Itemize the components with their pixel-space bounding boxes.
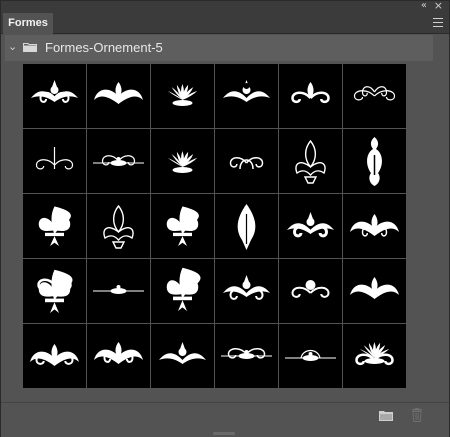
collapse-panel-button[interactable]: « — [421, 0, 427, 12]
shape-thumbnail[interactable] — [279, 129, 342, 193]
ornament-28-icon — [221, 348, 272, 359]
shape-thumbnail[interactable] — [343, 64, 406, 128]
ornament-05-icon — [291, 82, 330, 104]
shape-thumbnail[interactable] — [279, 64, 342, 128]
ornament-14-icon — [103, 204, 134, 249]
shape-thumbnail[interactable] — [343, 129, 406, 193]
ornament-24-icon — [350, 277, 399, 299]
chevron-down-icon[interactable]: ⌄ — [8, 40, 17, 53]
ornament-22-icon — [223, 275, 270, 300]
shape-thumbnail[interactable] — [151, 259, 214, 323]
shape-thumbnail[interactable] — [23, 324, 86, 388]
ornament-16-icon — [237, 204, 256, 250]
hamburger-menu-icon[interactable] — [433, 18, 443, 27]
shape-thumbnail[interactable] — [23, 129, 86, 193]
panel-title-strip: « × — [1, 0, 449, 13]
ornament-23-icon — [291, 280, 330, 298]
shape-thumbnail[interactable] — [151, 324, 214, 388]
ornament-03-icon — [167, 84, 198, 106]
ornament-10-icon — [229, 157, 264, 170]
shape-group-row[interactable]: ⌄ Formes-Ornement-5 — [5, 35, 433, 61]
shape-group-label: Formes-Ornement-5 — [45, 40, 163, 55]
shape-thumbnail[interactable] — [279, 324, 342, 388]
ornament-11-icon — [295, 139, 326, 184]
shape-thumbnail[interactable] — [215, 324, 278, 388]
shape-thumbnail[interactable] — [343, 324, 406, 388]
ornament-17-icon — [287, 212, 334, 238]
shape-thumbnail[interactable] — [151, 194, 214, 258]
ornament-06-icon — [353, 86, 396, 101]
shape-thumbnail[interactable] — [343, 194, 406, 258]
shapes-panel: « × Formes ⌄ Formes-Ornement-5 — [0, 0, 450, 437]
ornament-13-icon — [38, 206, 71, 246]
shape-thumbnail[interactable] — [23, 194, 86, 258]
shape-thumbnail[interactable] — [87, 324, 150, 388]
ornament-01-icon — [31, 80, 78, 103]
ornament-27-icon — [159, 342, 206, 364]
shape-thumbnail[interactable] — [151, 64, 214, 128]
ornament-26-icon — [94, 342, 143, 364]
close-panel-button[interactable]: × — [434, 0, 443, 12]
ornament-20-icon — [93, 285, 144, 294]
new-group-folder-icon[interactable] — [379, 410, 393, 421]
ornament-08-icon — [93, 155, 144, 166]
ornament-15-icon — [166, 206, 199, 246]
ornament-25-icon — [30, 344, 79, 366]
shape-thumbnail[interactable] — [23, 259, 86, 323]
ornament-18-icon — [350, 214, 399, 237]
shape-thumbnail[interactable] — [215, 194, 278, 258]
shape-thumbnail[interactable] — [343, 259, 406, 323]
ornament-04-icon — [223, 80, 270, 102]
shape-thumbnail[interactable] — [279, 259, 342, 323]
shape-thumbnail[interactable] — [23, 64, 86, 128]
shape-thumbnail[interactable] — [215, 129, 278, 193]
ornament-30-icon — [355, 342, 394, 366]
shape-thumbnail[interactable] — [151, 129, 214, 193]
shape-thumbnail[interactable] — [215, 64, 278, 128]
ornament-12-icon — [367, 137, 382, 186]
shape-thumbnail[interactable] — [87, 129, 150, 193]
panel-tab-bar: Formes — [1, 13, 449, 34]
ornament-19-icon — [37, 269, 73, 313]
ornament-29-icon — [285, 349, 336, 361]
ornament-07-icon — [35, 147, 74, 170]
folder-icon — [23, 43, 37, 52]
scrollbar[interactable] — [434, 65, 444, 365]
shape-thumbnail[interactable] — [279, 194, 342, 258]
ornament-09-icon — [167, 151, 198, 173]
shape-thumbnail-grid — [23, 64, 406, 388]
shape-thumbnail[interactable] — [87, 259, 150, 323]
ornament-02-icon — [94, 82, 143, 104]
trash-icon[interactable] — [411, 408, 423, 422]
tab-formes[interactable]: Formes — [3, 13, 53, 34]
shape-thumbnail[interactable] — [87, 64, 150, 128]
ornament-21-icon — [166, 267, 201, 311]
shape-thumbnail[interactable] — [215, 259, 278, 323]
resize-grip[interactable] — [213, 432, 235, 435]
shape-thumbnail[interactable] — [87, 194, 150, 258]
